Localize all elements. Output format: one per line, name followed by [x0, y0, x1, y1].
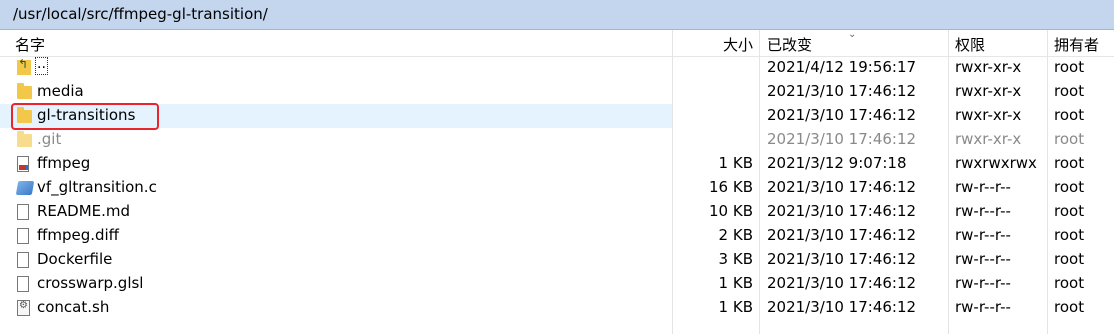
- file-icon: [17, 204, 29, 220]
- file-owner: root: [1054, 298, 1085, 316]
- file-name: .git: [37, 130, 62, 148]
- file-name: vf_gltransition.c: [37, 178, 157, 196]
- table-row[interactable]: .git 2021/3/10 17:46:12 rwxr-xr-x root: [0, 128, 1114, 152]
- file-owner: root: [1054, 58, 1085, 76]
- file-owner: root: [1054, 250, 1085, 268]
- file-permissions: rw-r--r--: [955, 250, 1011, 268]
- file-size: 2 KB: [718, 226, 753, 244]
- file-permissions: rw-r--r--: [955, 226, 1011, 244]
- file-size: 3 KB: [718, 250, 753, 268]
- file-name: crosswarp.glsl: [37, 274, 144, 292]
- file-owner: root: [1054, 274, 1085, 292]
- file-name: Dockerfile: [37, 250, 113, 268]
- header-modified[interactable]: 已改变: [767, 34, 812, 55]
- file-modified: 2021/3/10 17:46:12: [767, 226, 917, 244]
- table-row[interactable]: media 2021/3/10 17:46:12 rwxr-xr-x root: [0, 80, 1114, 104]
- file-size: 1 KB: [718, 274, 753, 292]
- table-row[interactable]: ffmpeg 1 KB 2021/3/12 9:07:18 rwxrwxrwx root: [0, 152, 1114, 176]
- file-permissions: rw-r--r--: [955, 298, 1011, 316]
- file-name: ffmpeg.diff: [37, 226, 120, 244]
- file-permissions: rwxr-xr-x: [955, 58, 1022, 76]
- folder-icon: [17, 131, 32, 147]
- file-modified: 2021/3/10 17:46:12: [767, 106, 917, 124]
- file-name: media: [37, 82, 84, 100]
- file-icon: [17, 228, 29, 244]
- table-row[interactable]: concat.sh 1 KB 2021/3/10 17:46:12 rw-r--r--…: [0, 296, 1114, 320]
- parent-dir-label: ..: [35, 57, 48, 75]
- table-row[interactable]: vf_gltransition.c 16 KB 2021/3/10 17:46:12…: [0, 176, 1114, 200]
- file-name: README.md: [37, 202, 131, 220]
- file-icon: [17, 276, 29, 292]
- file-size: 10 KB: [709, 202, 753, 220]
- header-size[interactable]: 大小: [723, 34, 753, 55]
- file-permissions: rw-r--r--: [955, 274, 1011, 292]
- file-permissions: rwxr-xr-x: [955, 82, 1022, 100]
- table-row[interactable]: Dockerfile 3 KB 2021/3/10 17:46:12 rw-r--r-…: [0, 248, 1114, 272]
- file-modified: 2021/3/10 17:46:12: [767, 298, 917, 316]
- file-modified: 2021/3/12 9:07:18: [767, 154, 907, 172]
- file-modified: 2021/3/10 17:46:12: [767, 274, 917, 292]
- path-bar[interactable]: /usr/local/src/ffmpeg-gl-transition/: [0, 0, 1114, 30]
- file-permissions: rw-r--r--: [955, 178, 1011, 196]
- parent-folder-icon: [17, 57, 31, 75]
- file-owner: root: [1054, 202, 1085, 220]
- file-permissions: rwxr-xr-x: [955, 130, 1022, 148]
- file-icon: [17, 252, 29, 268]
- column-header-row: 名字 大小 已改变 权限 拥有者: [0, 30, 1114, 57]
- executable-file-icon: [17, 156, 29, 172]
- file-modified: 2021/3/10 17:46:12: [767, 82, 917, 100]
- file-size: 1 KB: [718, 298, 753, 316]
- file-modified: 2021/3/10 17:46:12: [767, 250, 917, 268]
- folder-icon: [17, 107, 32, 123]
- file-size: 16 KB: [709, 178, 753, 196]
- file-size: 1 KB: [718, 154, 753, 172]
- header-permissions[interactable]: 权限: [955, 34, 985, 55]
- table-row[interactable]: gl-transitions 2021/3/10 17:46:12 rwxr-xr-…: [0, 104, 1084, 128]
- file-name: ffmpeg: [37, 154, 91, 172]
- sort-arrow-icon: ⌄: [848, 29, 857, 40]
- file-owner: root: [1054, 226, 1085, 244]
- file-permissions: rwxrwxrwx: [955, 154, 1037, 172]
- file-permissions: rwxr-xr-x: [955, 106, 1022, 124]
- folder-icon: [17, 83, 32, 99]
- table-row[interactable]: .. 2021/4/12 19:56:17 rwxr-xr-x root: [0, 56, 1114, 80]
- table-row[interactable]: README.md 10 KB 2021/3/10 17:46:12 rw-r--r-…: [0, 200, 1114, 224]
- file-owner: root: [1054, 82, 1085, 100]
- shell-script-icon: [17, 300, 30, 316]
- file-modified: 2021/3/10 17:46:12: [767, 130, 917, 148]
- file-modified: 2021/3/10 17:46:12: [767, 178, 917, 196]
- file-owner: root: [1054, 130, 1085, 148]
- header-owner[interactable]: 拥有者: [1054, 34, 1099, 55]
- c-source-file-icon: [15, 181, 35, 195]
- file-name: gl-transitions: [37, 106, 136, 124]
- file-modified: 2021/3/10 17:46:12: [767, 202, 917, 220]
- table-row[interactable]: crosswarp.glsl 1 KB 2021/3/10 17:46:12 rw-r…: [0, 272, 1114, 296]
- file-permissions: rw-r--r--: [955, 202, 1011, 220]
- file-modified: 2021/4/12 19:56:17: [767, 58, 917, 76]
- file-owner: root: [1054, 178, 1085, 196]
- header-name[interactable]: 名字: [15, 34, 45, 55]
- file-owner: root: [1054, 154, 1085, 172]
- path-text: /usr/local/src/ffmpeg-gl-transition/: [13, 5, 268, 23]
- file-name: concat.sh: [37, 298, 110, 316]
- table-row[interactable]: ffmpeg.diff 2 KB 2021/3/10 17:46:12 rw-r--r…: [0, 224, 1114, 248]
- file-owner: root: [1054, 106, 1085, 124]
